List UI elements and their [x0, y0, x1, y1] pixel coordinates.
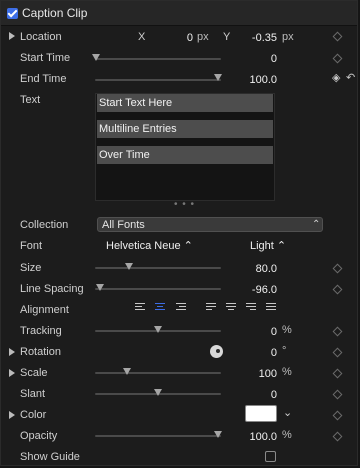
start-time-slider[interactable] — [95, 58, 221, 60]
location-x-unit: px — [197, 31, 209, 43]
caption-clip-header: Caption Clip — [1, 1, 357, 26]
rotation-label: Rotation — [20, 346, 61, 358]
opacity-value[interactable]: 100.0 — [235, 430, 277, 444]
scale-label: Scale — [20, 367, 48, 379]
size-label: Size — [20, 262, 42, 274]
alignment-label: Alignment — [20, 304, 69, 316]
tracking-unit: % — [282, 324, 292, 336]
align-left-icon[interactable] — [135, 303, 147, 313]
opacity-slider[interactable] — [95, 435, 221, 437]
size-value[interactable]: 80.0 — [235, 262, 277, 276]
location-label: Location — [20, 31, 62, 43]
font-family-popup[interactable]: Helvetica Neue ⌃ — [106, 239, 193, 253]
color-disclosure-icon[interactable] — [9, 411, 15, 419]
end-time-slider-thumb[interactable] — [214, 74, 222, 81]
color-swatch[interactable] — [245, 405, 277, 422]
start-time-label: Start Time — [20, 52, 71, 64]
text-line[interactable]: Start Text Here — [97, 94, 273, 112]
caption-clip-checkbox[interactable] — [7, 8, 18, 19]
line-spacing-label: Line Spacing — [20, 283, 84, 295]
line-spacing-value[interactable]: -96.0 — [235, 283, 277, 297]
collection-value: All Fonts — [102, 219, 145, 231]
show-guide-checkbox[interactable] — [265, 451, 276, 462]
scale-keyframe-icon[interactable] — [332, 368, 343, 379]
start-time-value[interactable]: 0 — [241, 52, 277, 66]
rotation-unit: ° — [282, 345, 287, 357]
justify-full-icon[interactable] — [266, 303, 278, 313]
location-x-value[interactable]: 0 — [171, 31, 193, 45]
text-line[interactable]: Over Time — [97, 146, 273, 164]
slant-value[interactable]: 0 — [241, 388, 277, 402]
location-y-value[interactable]: -0.35 — [241, 31, 277, 45]
justify-left-icon[interactable] — [206, 303, 218, 313]
collection-popup[interactable]: All Fonts ⌃ — [97, 217, 323, 232]
align-center-icon[interactable] — [155, 303, 167, 313]
tracking-slider-thumb[interactable] — [154, 326, 162, 333]
scale-disclosure-icon[interactable] — [9, 369, 15, 377]
size-keyframe-icon[interactable] — [332, 263, 343, 274]
collection-label: Collection — [20, 219, 69, 231]
scale-slider[interactable] — [95, 372, 221, 374]
opacity-keyframe-icon[interactable] — [332, 431, 343, 442]
rotation-dial[interactable] — [210, 345, 223, 358]
rotation-value[interactable]: 0 — [241, 346, 277, 360]
opacity-unit: % — [282, 429, 292, 441]
size-slider[interactable] — [95, 267, 221, 269]
size-slider-thumb[interactable] — [125, 263, 133, 270]
location-keyframe-icon[interactable] — [332, 31, 343, 42]
location-disclosure-icon[interactable] — [9, 32, 15, 40]
color-keyframe-icon[interactable] — [332, 410, 343, 421]
justify-right-icon[interactable] — [246, 303, 258, 313]
line-spacing-keyframe-icon[interactable] — [332, 284, 343, 295]
opacity-slider-thumb[interactable] — [214, 431, 222, 438]
tracking-keyframe-icon[interactable] — [332, 326, 343, 337]
chevron-down-icon[interactable]: ⌄ — [283, 406, 292, 420]
end-time-slider[interactable] — [95, 79, 221, 81]
line-spacing-slider-thumb[interactable] — [96, 284, 104, 291]
slant-keyframe-icon[interactable] — [332, 389, 343, 400]
align-right-icon[interactable] — [176, 303, 188, 313]
start-time-keyframe-icon[interactable] — [332, 53, 343, 64]
location-y-unit: px — [282, 31, 294, 43]
text-entries-box[interactable]: Start Text Here Multiline Entries Over T… — [95, 93, 275, 201]
font-weight-popup[interactable]: Light ⌃ — [250, 239, 286, 253]
line-spacing-slider[interactable] — [95, 288, 221, 290]
font-label: Font — [20, 240, 43, 252]
slant-label: Slant — [20, 388, 46, 400]
end-time-label: End Time — [20, 73, 67, 85]
slant-slider-thumb[interactable] — [154, 389, 162, 396]
show-guide-label: Show Guide — [20, 451, 80, 463]
keyframe-add-icon[interactable]: ◈ — [332, 71, 340, 85]
rotation-keyframe-icon[interactable] — [332, 347, 343, 358]
header-title: Caption Clip — [22, 6, 88, 20]
scale-unit: % — [282, 366, 292, 378]
reset-icon[interactable]: ↶ — [346, 71, 355, 85]
tracking-label: Tracking — [20, 325, 62, 337]
scale-slider-thumb[interactable] — [123, 368, 131, 375]
location-y-label: Y — [223, 31, 231, 43]
start-time-slider-thumb[interactable] — [92, 54, 100, 61]
end-time-value[interactable]: 100.0 — [235, 73, 277, 87]
location-x-label: X — [138, 31, 146, 43]
inspector-panel: Caption Clip Location X 0 px Y -0.35 px … — [0, 0, 358, 466]
chevron-updown-icon: ⌃ — [312, 219, 321, 230]
text-line[interactable]: Multiline Entries — [97, 120, 273, 138]
text-label: Text — [20, 94, 41, 106]
tracking-value[interactable]: 0 — [241, 325, 277, 339]
color-label: Color — [20, 409, 47, 421]
scale-value[interactable]: 100 — [241, 367, 277, 381]
opacity-label: Opacity — [20, 430, 58, 442]
resize-handle[interactable]: • • • — [174, 199, 195, 210]
justify-center-icon[interactable] — [226, 303, 238, 313]
rotation-disclosure-icon[interactable] — [9, 348, 15, 356]
